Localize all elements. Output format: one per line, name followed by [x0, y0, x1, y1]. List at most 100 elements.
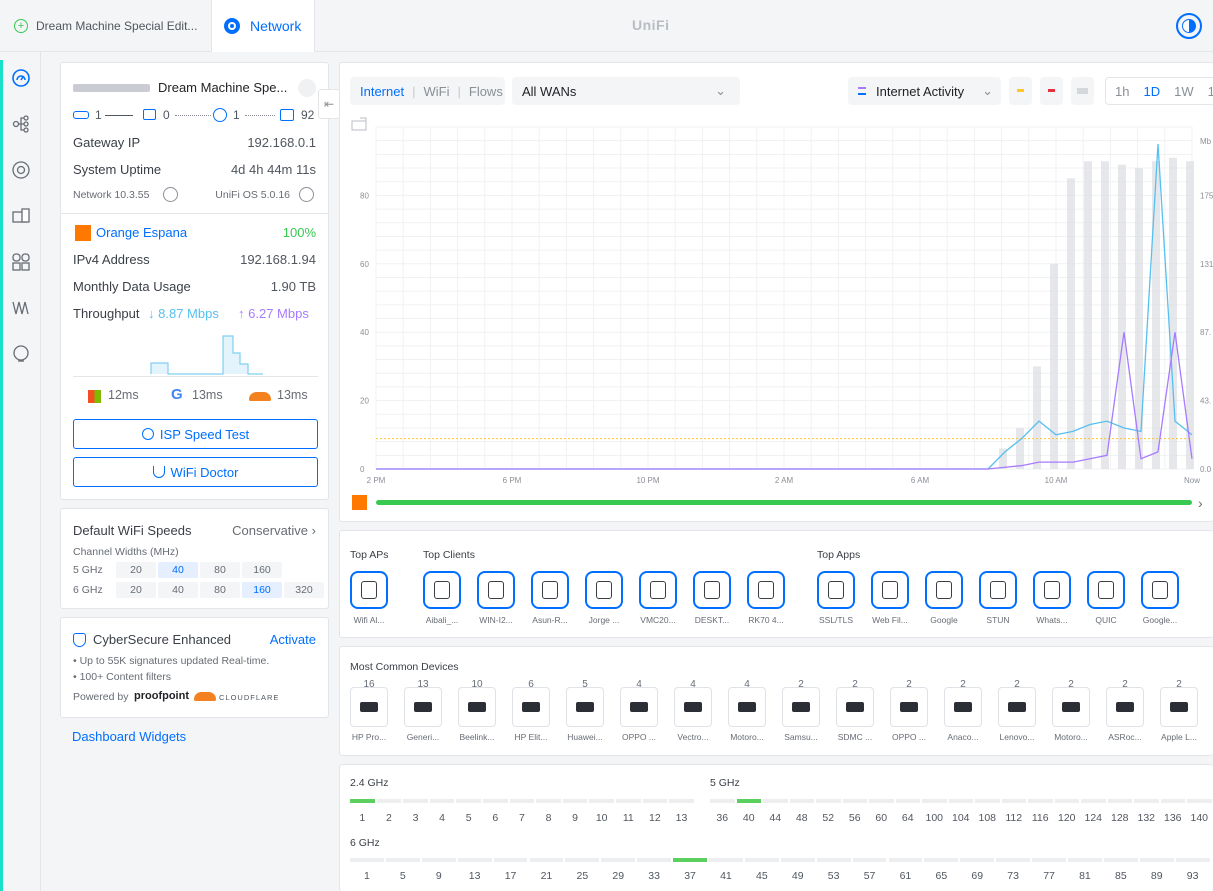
channel-number[interactable]: 136	[1160, 812, 1186, 824]
top-app-chip[interactable]	[925, 571, 963, 609]
channel-number[interactable]: 6	[482, 812, 508, 824]
dashboard-icon[interactable]	[11, 68, 31, 88]
range-1w[interactable]: 1W	[1174, 84, 1194, 99]
isp-speed-test-button[interactable]: ISP Speed Test	[73, 419, 318, 449]
top-app-chip[interactable]	[979, 571, 1017, 609]
device-type-tile[interactable]	[944, 687, 982, 727]
wifi-speeds-mode-link[interactable]: Conservative ›	[232, 523, 316, 538]
device-type-tile[interactable]	[404, 687, 442, 727]
topology-icon[interactable]	[11, 114, 31, 134]
range-1m[interactable]: 1	[1208, 84, 1213, 99]
channel-width-option[interactable]: 40	[158, 562, 198, 578]
device-type-tile[interactable]	[728, 687, 766, 727]
release-notes-icon[interactable]	[163, 187, 178, 202]
channel-number[interactable]: 65	[928, 870, 954, 882]
channel-number[interactable]: 17	[498, 870, 524, 882]
legend-download-toggle[interactable]	[1009, 77, 1032, 105]
channel-number[interactable]: 40	[736, 812, 762, 824]
legend-usage-toggle[interactable]	[1071, 77, 1094, 105]
channel-number[interactable]: 36	[709, 812, 735, 824]
channel-number[interactable]: 49	[785, 870, 811, 882]
top-client-chip[interactable]	[585, 571, 623, 609]
channel-number[interactable]: 116	[1027, 812, 1053, 824]
channel-number[interactable]: 8	[536, 812, 562, 824]
channel-number[interactable]: 4	[429, 812, 455, 824]
tab-device[interactable]: + Dream Machine Special Edit...	[14, 0, 197, 52]
insights-icon[interactable]	[11, 298, 31, 318]
channel-number[interactable]: 13	[669, 812, 695, 824]
devices-icon[interactable]	[11, 160, 31, 180]
channel-number[interactable]: 52	[815, 812, 841, 824]
channel-number[interactable]: 108	[974, 812, 1000, 824]
channel-width-option[interactable]: 80	[200, 562, 240, 578]
legend-upload-toggle[interactable]	[1040, 77, 1063, 105]
channel-number[interactable]: 44	[762, 812, 788, 824]
chevron-right-icon[interactable]: ›	[1198, 495, 1203, 511]
channel-number[interactable]: 128	[1107, 812, 1133, 824]
channel-number[interactable]: 11	[615, 812, 641, 824]
device-type-tile[interactable]	[998, 687, 1036, 727]
channel-number[interactable]: 60	[868, 812, 894, 824]
ports-icon[interactable]	[11, 252, 31, 272]
channel-width-option[interactable]: 20	[116, 582, 156, 598]
channel-width-option[interactable]: 160	[242, 582, 282, 598]
wan-select[interactable]: All WANs ⌄	[512, 77, 740, 105]
device-type-tile[interactable]	[1106, 687, 1144, 727]
channel-number[interactable]: 140	[1186, 812, 1212, 824]
top-app-chip[interactable]	[1087, 571, 1125, 609]
top-client-chip[interactable]	[423, 571, 461, 609]
channel-number[interactable]: 37	[677, 870, 703, 882]
device-type-tile[interactable]	[674, 687, 712, 727]
channel-number[interactable]: 57	[857, 870, 883, 882]
isp-name[interactable]: Orange Espana	[96, 225, 187, 240]
device-type-tile[interactable]	[458, 687, 496, 727]
channel-number[interactable]: 61	[892, 870, 918, 882]
channel-width-option[interactable]: 20	[116, 562, 156, 578]
channel-number[interactable]: 73	[1000, 870, 1026, 882]
dashboard-widgets-link[interactable]: Dashboard Widgets	[72, 729, 186, 744]
channel-number[interactable]: 9	[426, 870, 452, 882]
device-type-tile[interactable]	[1160, 687, 1198, 727]
device-type-tile[interactable]	[350, 687, 388, 727]
top-app-chip[interactable]	[817, 571, 855, 609]
channel-number[interactable]: 69	[964, 870, 990, 882]
channel-number[interactable]: 124	[1080, 812, 1106, 824]
range-1d[interactable]: 1D	[1143, 84, 1160, 99]
channel-number[interactable]: 12	[642, 812, 668, 824]
channel-width-option[interactable]: 80	[200, 582, 240, 598]
channel-width-option[interactable]: 160	[242, 562, 282, 578]
channel-number[interactable]: 77	[1036, 870, 1062, 882]
theme-toggle-button[interactable]	[1176, 13, 1202, 39]
channel-number[interactable]: 89	[1144, 870, 1170, 882]
top-client-chip[interactable]	[477, 571, 515, 609]
channel-number[interactable]: 81	[1072, 870, 1098, 882]
channel-number[interactable]: 112	[1001, 812, 1027, 824]
channel-number[interactable]: 120	[1054, 812, 1080, 824]
device-type-tile[interactable]	[566, 687, 604, 727]
tab-flows[interactable]: Flows	[469, 84, 503, 99]
channel-number[interactable]: 100	[921, 812, 947, 824]
channel-width-option[interactable]: 320	[284, 582, 324, 598]
gateway-name[interactable]: Dream Machine Spe...	[158, 80, 287, 95]
wifi-doctor-button[interactable]: WiFi Doctor	[73, 457, 318, 487]
alerts-icon[interactable]	[11, 344, 31, 364]
device-type-tile[interactable]	[620, 687, 658, 727]
gateway-settings-icon[interactable]	[298, 79, 316, 97]
device-type-tile[interactable]	[836, 687, 874, 727]
activity-select[interactable]: Internet Activity ⌄	[848, 77, 1001, 105]
channel-number[interactable]: 29	[605, 870, 631, 882]
top-client-chip[interactable]	[747, 571, 785, 609]
channel-number[interactable]: 7	[509, 812, 535, 824]
device-type-tile[interactable]	[1052, 687, 1090, 727]
channel-number[interactable]: 93	[1180, 870, 1206, 882]
channel-number[interactable]: 45	[749, 870, 775, 882]
channel-number[interactable]: 85	[1108, 870, 1134, 882]
top-ap-chip[interactable]	[350, 571, 388, 609]
tab-network[interactable]: Network	[211, 0, 315, 52]
channel-number[interactable]: 2	[376, 812, 402, 824]
cybersecure-activate-link[interactable]: Activate	[270, 632, 316, 647]
clients-icon[interactable]	[11, 206, 31, 226]
channel-number[interactable]: 10	[589, 812, 615, 824]
channel-number[interactable]: 48	[789, 812, 815, 824]
channel-number[interactable]: 41	[713, 870, 739, 882]
